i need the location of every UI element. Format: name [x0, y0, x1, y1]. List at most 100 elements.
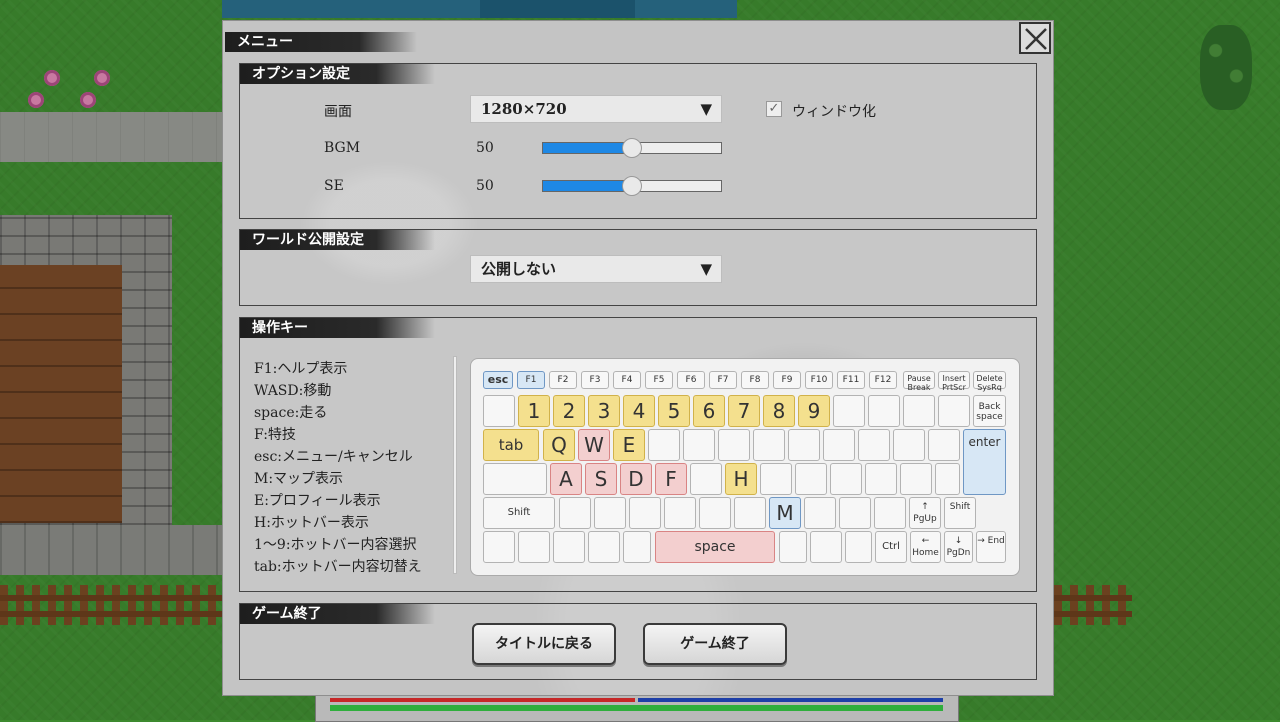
key-list-item: F:特技: [254, 427, 296, 443]
key-r: [648, 429, 680, 461]
key-rbracket: [935, 463, 960, 495]
key-f3: F3: [581, 371, 609, 389]
key-s: S: [585, 463, 617, 495]
key-right-shift: Shift: [944, 497, 976, 529]
key-enter: enter: [963, 429, 1006, 495]
key-colon: [900, 463, 932, 495]
bgm-label: BGM: [324, 140, 361, 156]
key-list-item: space:走る: [254, 405, 328, 421]
se-slider-handle[interactable]: [622, 176, 642, 196]
menu-title: メニュー: [225, 32, 417, 52]
screen-label: 画面: [324, 104, 352, 120]
key-1: 1: [518, 395, 550, 427]
key-right-ctrl: Ctrl: [875, 531, 907, 563]
key-list-item: WASD:移動: [254, 383, 332, 399]
key-right: → End: [976, 531, 1006, 563]
se-label: SE: [324, 178, 344, 194]
key-bracket: [928, 429, 960, 461]
world-publish-section: ワールド公開設定 公開しない ▼: [239, 229, 1037, 306]
key-space: space: [655, 531, 775, 563]
windowed-checkbox[interactable]: ✓: [766, 101, 782, 117]
close-icon: [1025, 28, 1047, 50]
key-f11: F11: [837, 371, 865, 389]
key-list-item: 1～9:ホットバー内容選択: [254, 537, 417, 553]
key-left-shift: Shift: [483, 497, 555, 529]
key-left: ← Home: [910, 531, 941, 563]
key-j: [760, 463, 792, 495]
key-7: 7: [728, 395, 760, 427]
se-slider[interactable]: [542, 176, 722, 196]
status-bars: [315, 695, 959, 722]
key-4: 4: [623, 395, 655, 427]
world-publish-value: 公開しない: [481, 260, 557, 278]
resolution-value: 1280×720: [481, 100, 567, 118]
key-list-item: esc:メニュー/キャンセル: [254, 449, 413, 465]
key-6: 6: [693, 395, 725, 427]
key-caps: [483, 463, 547, 495]
key-list: F1:ヘルプ表示 WASD:移動 space:走る F:特技 esc:メニュー/…: [254, 358, 422, 578]
key-5: 5: [658, 395, 690, 427]
key-up: ↑ PgUp: [909, 497, 941, 529]
resolution-select[interactable]: 1280×720 ▼: [470, 95, 722, 123]
bgm-slider-handle[interactable]: [622, 138, 642, 158]
key-fn: [483, 531, 515, 563]
key-alt: [588, 531, 620, 563]
key-y: [718, 429, 750, 461]
controls-section: 操作キー F1:ヘルプ表示 WASD:移動 space:走る F:特技 esc:…: [239, 317, 1037, 592]
options-section: オプション設定 画面 1280×720 ▼ ✓ ウィンドウ化 BGM 50 SE…: [239, 63, 1037, 219]
key-period: [839, 497, 871, 529]
windowed-label: ウィンドウ化: [792, 104, 876, 120]
key-insert: Insert PrtScr: [938, 371, 970, 392]
world-publish-title: ワールド公開設定: [240, 230, 435, 250]
key-slash: [874, 497, 906, 529]
key-9: 9: [798, 395, 830, 427]
key-f4: F4: [613, 371, 641, 389]
world-publish-select[interactable]: 公開しない ▼: [470, 255, 722, 283]
key-win: [553, 531, 585, 563]
key-list-item: tab:ホットバー内容切替え: [254, 559, 422, 575]
key-l: [830, 463, 862, 495]
key-f8: F8: [741, 371, 769, 389]
controls-title: 操作キー: [240, 318, 435, 338]
key-yen: [938, 395, 970, 427]
key-a: A: [550, 463, 582, 495]
key-at: [893, 429, 925, 461]
bgm-slider[interactable]: [542, 138, 722, 158]
key-t: [683, 429, 715, 461]
key-menu: [845, 531, 872, 563]
key-8: 8: [763, 395, 795, 427]
key-delete: Delete SysRq: [973, 371, 1006, 392]
quit-game-button[interactable]: ゲーム終了: [643, 623, 787, 665]
key-left-ctrl: [518, 531, 550, 563]
key-f2: F2: [549, 371, 577, 389]
key-f9: F9: [773, 371, 801, 389]
key-list-scrollbar[interactable]: [453, 356, 457, 574]
return-to-title-button[interactable]: タイトルに戻る: [472, 623, 616, 665]
key-esc: esc: [483, 371, 513, 389]
key-f10: F10: [805, 371, 833, 389]
key-backquote: [483, 395, 515, 427]
key-g: [690, 463, 722, 495]
bgm-value: 50: [476, 140, 494, 156]
menu-window: メニュー オプション設定 画面 1280×720 ▼ ✓ ウィンドウ化 BGM …: [222, 20, 1054, 696]
options-title: オプション設定: [240, 64, 435, 84]
key-muhenkan: [623, 531, 651, 563]
se-slider-fill: [543, 181, 632, 191]
key-list-item: M:マップ表示: [254, 471, 344, 487]
exit-title: ゲーム終了: [240, 604, 435, 624]
key-tab: tab: [483, 429, 539, 461]
key-u: [753, 429, 785, 461]
key-minus: [868, 395, 900, 427]
key-henkan: [779, 531, 807, 563]
key-x: [594, 497, 626, 529]
stamina-bar: [330, 705, 943, 711]
key-p: [858, 429, 890, 461]
se-value: 50: [476, 178, 494, 194]
mp-bar: [638, 698, 943, 702]
key-e: E: [613, 429, 645, 461]
key-list-item: E:プロフィール表示: [254, 493, 381, 509]
close-button[interactable]: [1019, 22, 1051, 54]
key-f5: F5: [645, 371, 673, 389]
key-w: W: [578, 429, 610, 461]
key-list-item: H:ホットバー表示: [254, 515, 369, 531]
